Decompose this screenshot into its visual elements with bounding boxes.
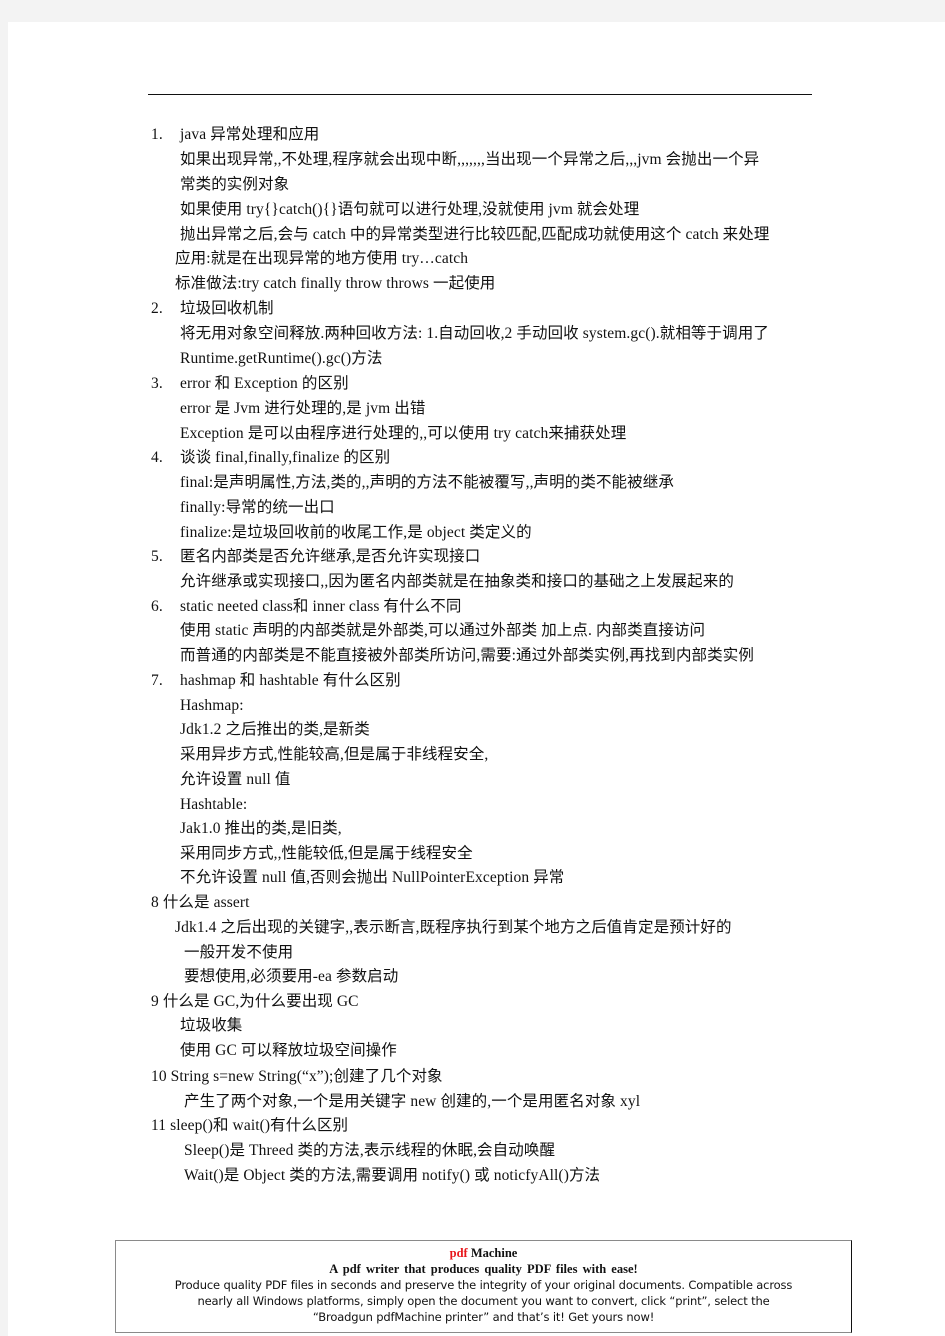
answer-line: 应用:就是在出现异常的地方使用 try…catch	[175, 250, 469, 267]
footer-brand: pdf Machine	[116, 1245, 851, 1261]
answer-line: 采用同步方式,,性能较低,但是属于线程安全	[180, 845, 473, 862]
item-title: 谈谈 final,finally,finalize 的区别	[180, 449, 391, 466]
item-title: 匿名内部类是否允许继承,是否允许实现接口	[180, 548, 481, 565]
footer-body-line: “Broadgun pdfMachine printer” and that’s…	[312, 1310, 655, 1324]
item-5-heading: 5. 匿名内部类是否允许继承,是否允许实现接口	[151, 547, 480, 567]
answer-line: 抛出异常之后,会与 catch 中的异常类型进行比较匹配,匹配成功就使用这个 c…	[180, 226, 770, 243]
footer-brand-machine: Machine	[467, 1246, 518, 1260]
item-title: java 异常处理和应用	[180, 126, 320, 143]
answer-line: 要想使用,必须要用-ea 参数启动	[184, 968, 399, 985]
item-number: 6.	[151, 598, 163, 615]
item-title: 垃圾回收机制	[180, 300, 274, 317]
answer-line: 采用异步方式,性能较高,但是属于非线程安全,	[180, 746, 489, 763]
answer-line: 将无用对象空间释放.两种回收方法: 1.自动回收,2 手动回收 system.g…	[180, 325, 769, 342]
answer-line: 如果使用 try{}catch(){}语句就可以进行处理,没就使用 jvm 就会…	[180, 201, 640, 218]
item-11-heading: 11 sleep()和 wait()有什么区别	[151, 1117, 349, 1134]
footer-body-line: Produce quality PDF files in seconds and…	[174, 1278, 793, 1292]
item-number: 2.	[151, 300, 163, 317]
item-6-heading: 6. static neeted class和 inner class 有什么不同	[151, 597, 461, 617]
answer-line: Jdk1.4 之后出现的关键字,,表示断言,既程序执行到某个地方之后值肯定是预计…	[175, 919, 732, 936]
answer-line: finally:导常的统一出口	[180, 499, 335, 516]
answer-line: Runtime.getRuntime().gc()方法	[180, 350, 383, 367]
answer-line: Jdk1.2 之后推出的类,是新类	[180, 721, 370, 738]
item-3-heading: 3. error 和 Exception 的区别	[151, 374, 349, 394]
item-1-heading: 1. java 异常处理和应用	[151, 125, 319, 145]
answer-line: Hashmap:	[180, 697, 244, 714]
item-8-heading: 8 什么是 assert	[151, 894, 250, 911]
answer-line: Wait()是 Object 类的方法,需要调用 notify() 或 noti…	[184, 1167, 601, 1184]
footer-body-line: nearly all Windows platforms, simply ope…	[197, 1294, 770, 1308]
pdfmachine-footer: pdf Machine A pdf writer that produces q…	[115, 1240, 852, 1333]
answer-line: 一般开发不使用	[184, 944, 294, 961]
item-title: hashmap 和 hashtable 有什么区别	[180, 672, 401, 689]
item-title: static neeted class和 inner class 有什么不同	[180, 598, 462, 615]
item-number: 3.	[151, 375, 163, 392]
document-page: 1. java 异常处理和应用 如果出现异常,,不处理,程序就会出现中断,,,,,…	[8, 22, 945, 1336]
answer-line: final:是声明属性,方法,类的,,声明的方法不能被覆写,,声明的类不能被继承	[180, 474, 674, 491]
item-number: 4.	[151, 449, 163, 466]
answer-line: 允许设置 null 值	[180, 771, 291, 788]
answer-line: 使用 GC 可以释放垃圾空间操作	[180, 1042, 397, 1059]
answer-line: 如果出现异常,,不处理,程序就会出现中断,,,,,,,当出现一个异常之后,,,j…	[180, 151, 760, 168]
answer-line: Sleep()是 Threed 类的方法,表示线程的休眠,会自动唤醒	[184, 1142, 556, 1159]
item-title: error 和 Exception 的区别	[180, 375, 349, 392]
item-number: 7.	[151, 672, 163, 689]
item-9-heading: 9 什么是 GC,为什么要出现 GC	[151, 993, 359, 1010]
answer-line: 产生了两个对象,一个是用关键字 new 创建的,一个是用匿名对象 xyl	[184, 1093, 641, 1110]
answer-line: Hashtable:	[180, 796, 248, 813]
answer-line: 允许继承或实现接口,,因为匿名内部类就是在抽象类和接口的基础之上发展起来的	[180, 573, 734, 590]
footer-tagline: A pdf writer that produces quality PDF f…	[329, 1262, 638, 1276]
answer-line: Jak1.0 推出的类,是旧类,	[180, 820, 342, 837]
item-2-heading: 2. 垃圾回收机制	[151, 299, 274, 319]
item-number: 5.	[151, 548, 163, 565]
item-4-heading: 4. 谈谈 final,finally,finalize 的区别	[151, 448, 390, 468]
answer-line: finalize:是垃圾回收前的收尾工作,是 object 类定义的	[180, 524, 532, 541]
answer-line: 垃圾收集	[180, 1017, 243, 1034]
item-number: 1.	[151, 126, 163, 143]
answer-line: error 是 Jvm 进行处理的,是 jvm 出错	[180, 400, 426, 417]
item-7-heading: 7. hashmap 和 hashtable 有什么区别	[151, 671, 401, 691]
answer-line: Exception 是可以由程序进行处理的,,可以使用 try catch来捕获…	[180, 425, 627, 442]
footer-brand-pdf: pdf	[449, 1246, 468, 1260]
answer-line: 使用 static 声明的内部类就是外部类,可以通过外部类 加上点. 内部类直接…	[180, 622, 706, 639]
answer-line: 标准做法:try catch finally throw throws 一起使用	[175, 275, 496, 292]
answer-line: 常类的实例对象	[180, 176, 290, 193]
answer-line: 而普通的内部类是不能直接被外部类所访问,需要:通过外部类实例,再找到内部类实例	[180, 647, 754, 664]
answer-line: 不允许设置 null 值,否则会抛出 NullPointerException …	[180, 869, 565, 886]
item-10-heading: 10 String s=new String(“x”);创建了几个对象	[151, 1068, 443, 1085]
header-rule	[148, 94, 812, 95]
